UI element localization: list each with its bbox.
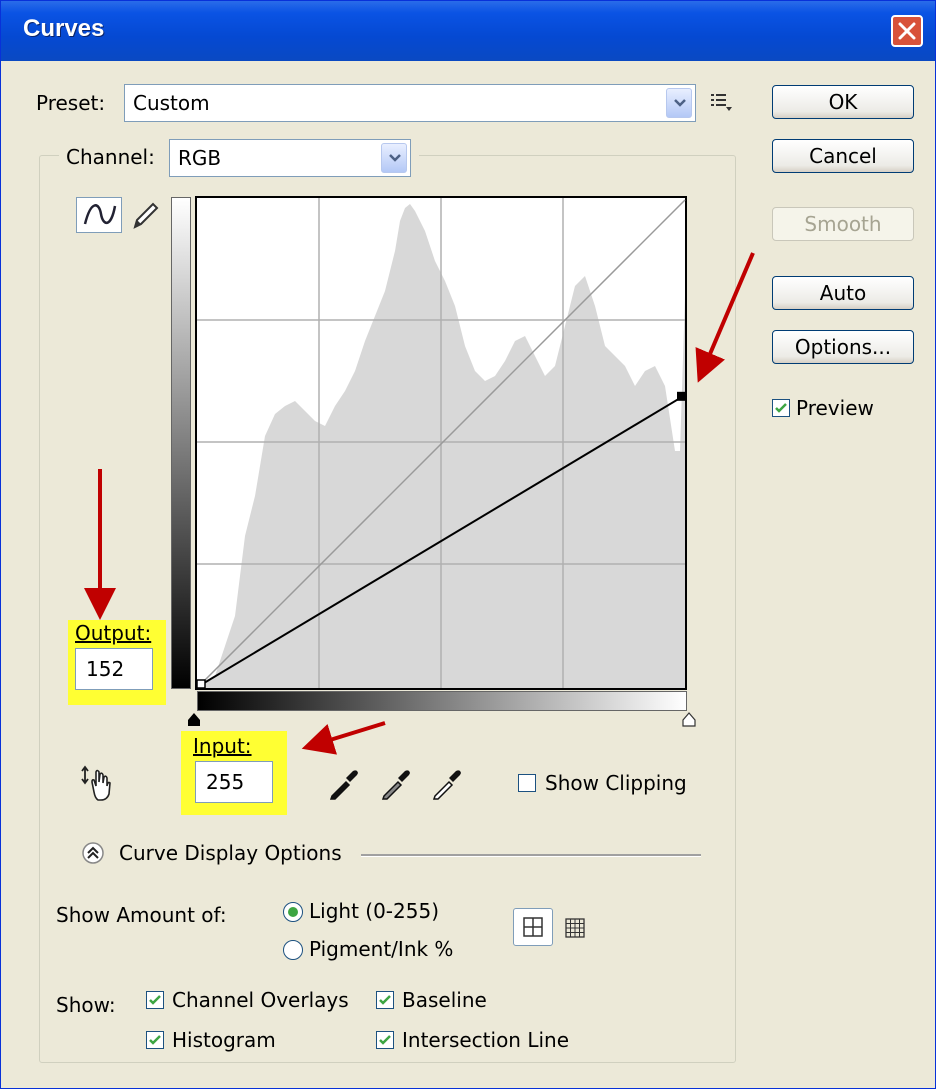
channel-overlays-label[interactable]: Channel Overlays — [172, 988, 349, 1012]
section-divider — [361, 854, 701, 857]
ok-button[interactable]: OK — [772, 85, 914, 119]
checkmark-icon — [379, 1035, 391, 1045]
preset-dropdown-button[interactable] — [666, 88, 692, 118]
baseline-checkbox[interactable] — [376, 991, 394, 1009]
intersection-line-checkbox[interactable] — [376, 1031, 394, 1049]
hand-icon — [81, 765, 111, 801]
curve-point-end[interactable] — [677, 391, 686, 401]
input-value: 255 — [206, 770, 245, 794]
white-eyedropper-icon[interactable] — [429, 766, 465, 802]
pigment-radio[interactable] — [283, 940, 303, 960]
preset-value: Custom — [133, 91, 210, 115]
curves-dialog: Curves Preset: Custom OK Cancel Smooth A… — [0, 0, 936, 1089]
curve-tool-icon — [83, 204, 117, 225]
black-point-slider[interactable] — [186, 712, 202, 728]
close-icon — [898, 22, 916, 40]
list-menu-icon — [711, 94, 732, 111]
curve-point-tool[interactable] — [76, 197, 122, 233]
output-label: Output: — [75, 621, 152, 645]
channel-overlays-checkbox[interactable] — [146, 991, 164, 1009]
intersection-line-label[interactable]: Intersection Line — [402, 1028, 569, 1052]
preset-options-menu[interactable] — [709, 91, 735, 113]
checkmark-icon — [775, 403, 787, 413]
input-field[interactable]: 255 — [195, 761, 273, 803]
checkmark-icon — [149, 1035, 161, 1045]
channel-value: RGB — [178, 146, 222, 170]
chevron-down-icon — [389, 154, 401, 162]
simple-grid-icon — [523, 917, 543, 937]
channel-label: Channel: — [66, 145, 155, 169]
collapse-button[interactable] — [81, 841, 105, 865]
smooth-button[interactable]: Smooth — [772, 207, 914, 241]
pigment-label[interactable]: Pigment/Ink % — [309, 937, 453, 961]
show-clipping-checkbox[interactable] — [518, 774, 536, 792]
gray-eyedropper-icon[interactable] — [378, 766, 414, 802]
curve-display-options-label: Curve Display Options — [119, 841, 342, 865]
light-radio[interactable] — [283, 902, 303, 922]
histogram-checkbox[interactable] — [146, 1031, 164, 1049]
white-point-slider[interactable] — [681, 712, 697, 728]
chevron-down-icon — [674, 99, 686, 107]
auto-button[interactable]: Auto — [772, 276, 914, 310]
output-field[interactable]: 152 — [75, 648, 153, 690]
simple-grid-button[interactable] — [513, 908, 553, 946]
preview-checkbox[interactable] — [772, 399, 790, 417]
cancel-button[interactable]: Cancel — [772, 139, 914, 173]
preview-label[interactable]: Preview — [796, 396, 874, 420]
baseline-label[interactable]: Baseline — [402, 988, 487, 1012]
close-button[interactable] — [891, 15, 923, 47]
input-label: Input: — [193, 734, 252, 758]
input-gradient-bar — [197, 691, 687, 711]
curve-point-start[interactable] — [196, 679, 206, 689]
title-bar[interactable]: Curves — [1, 1, 935, 61]
show-amount-label: Show Amount of: — [56, 903, 227, 927]
preset-label: Preset: — [36, 91, 106, 115]
output-gradient-bar — [171, 197, 191, 689]
checkmark-icon — [379, 995, 391, 1005]
checkmark-icon — [149, 995, 161, 1005]
channel-dropdown[interactable]: RGB — [169, 139, 411, 177]
light-label[interactable]: Light (0-255) — [309, 899, 439, 923]
show-clipping-label[interactable]: Show Clipping — [545, 771, 687, 795]
preset-dropdown[interactable]: Custom — [124, 84, 696, 122]
black-eyedropper-icon[interactable] — [326, 766, 362, 802]
options-button[interactable]: Options... — [772, 330, 914, 364]
pencil-icon — [133, 202, 159, 229]
pencil-tool[interactable] — [127, 197, 163, 233]
curve-graph[interactable] — [195, 196, 687, 690]
histogram-label[interactable]: Histogram — [172, 1028, 276, 1052]
on-image-adjust-tool[interactable] — [79, 764, 119, 804]
window-title: Curves — [23, 15, 105, 42]
output-value: 152 — [86, 657, 125, 681]
channel-dropdown-button[interactable] — [381, 143, 407, 173]
detailed-grid-icon[interactable] — [563, 916, 587, 940]
show-label: Show: — [56, 993, 116, 1017]
